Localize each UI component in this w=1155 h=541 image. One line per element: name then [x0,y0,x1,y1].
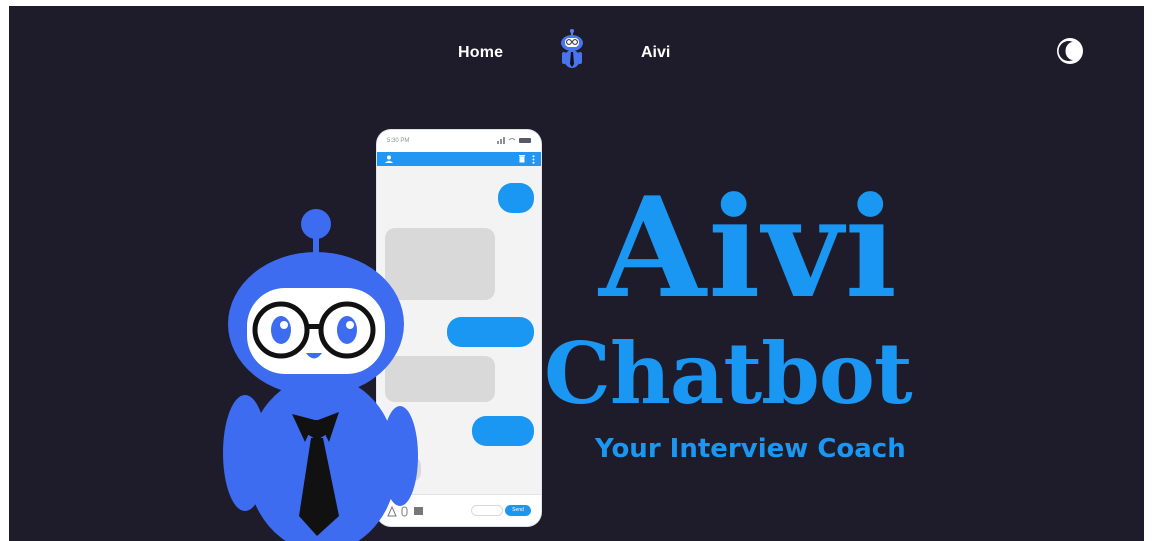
chat-bubble-outgoing [498,183,534,213]
nav-home-link[interactable]: Home [458,44,503,62]
hero-title: Aivi [599,166,900,329]
chat-bubble-outgoing [447,317,534,347]
signal-battery-icon [497,136,533,146]
send-button[interactable]: Send [505,505,531,516]
chat-bubble-outgoing [472,416,534,446]
robot-logo-icon[interactable] [558,28,586,70]
more-icon[interactable] [532,155,535,164]
user-icon [385,155,393,163]
robot-mascot [219,206,419,541]
app-frame: Home Aivi 5:30 PM Send Aivi Chatbot Your… [9,6,1144,541]
moon-icon[interactable] [1055,36,1085,66]
delete-icon[interactable] [519,155,525,163]
message-input[interactable] [471,505,503,516]
nav-aivi-link[interactable]: Aivi [641,44,670,62]
phone-status-bar: 5:30 PM [377,130,541,152]
hero-subtitle: Chatbot [544,324,913,423]
hero-tagline: Your Interview Coach [595,434,906,464]
phone-app-bar [377,152,541,166]
phone-status-time: 5:30 PM [387,138,410,144]
